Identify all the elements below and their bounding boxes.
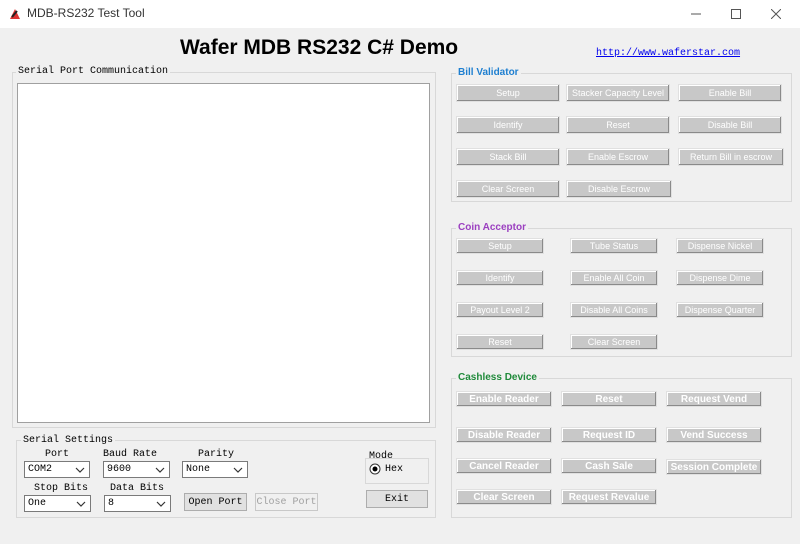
- bill-reset-button[interactable]: Reset: [566, 116, 670, 134]
- open-port-button[interactable]: Open Port: [184, 493, 247, 511]
- chevron-down-icon: [155, 467, 165, 473]
- coin-tube-status-button[interactable]: Tube Status: [570, 238, 658, 254]
- maximize-button[interactable]: [716, 0, 756, 28]
- bill-validator-label: Bill Validator: [456, 67, 521, 78]
- coin-dispense-dime-button[interactable]: Dispense Dime: [676, 270, 764, 286]
- coin-reset-button[interactable]: Reset: [456, 334, 544, 350]
- coin-identify-button[interactable]: Identify: [456, 270, 544, 286]
- bill-clear-screen-button[interactable]: Clear Screen: [456, 180, 560, 198]
- app-icon: [10, 9, 20, 19]
- cashless-cancel-reader-button[interactable]: Cancel Reader: [456, 458, 552, 474]
- cashless-vend-success-button[interactable]: Vend Success: [666, 427, 762, 443]
- baud-rate-value: 9600: [107, 464, 132, 475]
- parity-value: None: [186, 464, 211, 475]
- hex-radio-label: Hex: [385, 463, 404, 475]
- cashless-request-vend-button[interactable]: Request Vend: [666, 391, 762, 407]
- cashless-label: Cashless Device: [456, 372, 539, 383]
- data-bits-label: Data Bits: [110, 483, 165, 494]
- minimize-button[interactable]: [676, 0, 716, 28]
- bill-disable-escrow-button[interactable]: Disable Escrow: [566, 180, 672, 198]
- close-window-button[interactable]: [756, 0, 796, 28]
- cashless-request-revalue-button[interactable]: Request Revalue: [561, 489, 657, 505]
- close-icon: [771, 9, 781, 19]
- coin-payout-level-button[interactable]: Payout Level 2: [456, 302, 544, 318]
- serial-settings-label: Serial Settings: [21, 435, 116, 446]
- communication-log-textarea[interactable]: [17, 83, 430, 423]
- bill-stack-button[interactable]: Stack Bill: [456, 148, 560, 166]
- cashless-reset-button[interactable]: Reset: [561, 391, 657, 407]
- port-value: COM2: [28, 464, 53, 475]
- page-title: Wafer MDB RS232 C# Demo: [180, 36, 459, 59]
- coin-dispense-nickel-button[interactable]: Dispense Nickel: [676, 238, 764, 254]
- cashless-session-complete-button[interactable]: Session Complete: [666, 459, 762, 475]
- chevron-down-icon: [233, 467, 243, 473]
- chevron-down-icon: [156, 501, 166, 507]
- bill-stacker-capacity-button[interactable]: Stacker Capacity Level: [566, 84, 670, 102]
- cashless-cash-sale-button[interactable]: Cash Sale: [561, 458, 657, 474]
- stop-bits-select[interactable]: One: [24, 495, 91, 512]
- chevron-down-icon: [75, 467, 85, 473]
- coin-setup-button[interactable]: Setup: [456, 238, 544, 254]
- cashless-disable-reader-button[interactable]: Disable Reader: [456, 427, 552, 443]
- port-select[interactable]: COM2: [24, 461, 90, 478]
- bill-identify-button[interactable]: Identify: [456, 116, 560, 134]
- maximize-icon: [731, 9, 741, 19]
- coin-enable-all-button[interactable]: Enable All Coin: [570, 270, 658, 286]
- bill-enable-escrow-button[interactable]: Enable Escrow: [566, 148, 670, 166]
- bill-enable-button[interactable]: Enable Bill: [678, 84, 782, 102]
- serial-comm-label: Serial Port Communication: [16, 66, 171, 77]
- data-bits-select[interactable]: 8: [104, 495, 171, 512]
- coin-dispense-quarter-button[interactable]: Dispense Quarter: [676, 302, 764, 318]
- website-link[interactable]: http://www.waferstar.com: [596, 48, 740, 59]
- cashless-clear-screen-button[interactable]: Clear Screen: [456, 489, 552, 505]
- bill-return-escrow-button[interactable]: Return Bill in escrow: [678, 148, 784, 166]
- exit-button[interactable]: Exit: [366, 490, 428, 508]
- coin-disable-all-button[interactable]: Disable All Coins: [570, 302, 658, 318]
- coin-clear-screen-button[interactable]: Clear Screen: [570, 334, 658, 350]
- hex-radio[interactable]: Hex: [369, 463, 403, 475]
- stop-bits-label: Stop Bits: [34, 483, 89, 494]
- radio-selected-icon: [369, 463, 381, 475]
- cashless-request-id-button[interactable]: Request ID: [561, 427, 657, 443]
- bill-setup-button[interactable]: Setup: [456, 84, 560, 102]
- minimize-icon: [691, 13, 701, 15]
- cashless-enable-reader-button[interactable]: Enable Reader: [456, 391, 552, 407]
- window-title: MDB-RS232 Test Tool: [27, 6, 145, 20]
- stop-bits-value: One: [28, 498, 47, 509]
- data-bits-value: 8: [108, 498, 115, 509]
- baud-rate-label: Baud Rate: [103, 449, 158, 460]
- parity-select[interactable]: None: [182, 461, 248, 478]
- coin-acceptor-label: Coin Acceptor: [456, 222, 528, 233]
- bill-disable-button[interactable]: Disable Bill: [678, 116, 782, 134]
- chevron-down-icon: [76, 501, 86, 507]
- parity-label: Parity: [198, 449, 235, 460]
- port-label: Port: [45, 449, 70, 460]
- close-port-button[interactable]: Close Port: [255, 493, 318, 511]
- baud-rate-select[interactable]: 9600: [103, 461, 170, 478]
